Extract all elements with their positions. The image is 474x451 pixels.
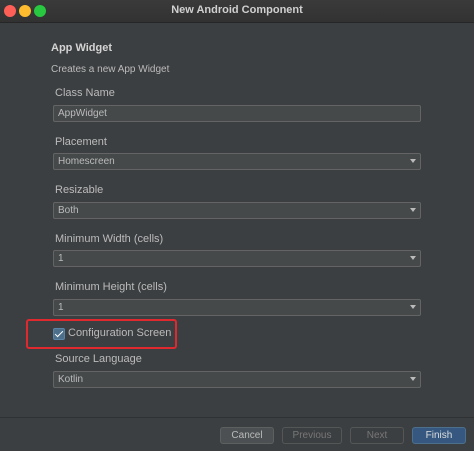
minimum-height-dropdown[interactable]: 1 — [53, 299, 421, 316]
class-name-input[interactable] — [54, 106, 420, 121]
placement-value: Homescreen — [58, 156, 115, 167]
page-title: App Widget — [51, 42, 112, 54]
finish-button[interactable]: Finish — [412, 427, 466, 444]
minimum-width-dropdown[interactable]: 1 — [53, 250, 421, 267]
highlight-box — [26, 319, 177, 349]
placement-dropdown[interactable]: Homescreen — [53, 153, 421, 170]
class-name-label: Class Name — [55, 87, 115, 99]
resizable-dropdown[interactable]: Both — [53, 202, 421, 219]
next-button[interactable]: Next — [350, 427, 404, 444]
dialog-content: App Widget Creates a new App Widget Clas… — [0, 23, 474, 417]
chevron-down-icon — [410, 256, 416, 260]
minimum-height-label: Minimum Height (cells) — [55, 281, 167, 293]
source-language-label: Source Language — [55, 353, 142, 365]
minimum-height-value: 1 — [58, 302, 64, 313]
chevron-down-icon — [410, 208, 416, 212]
window-title: New Android Component — [171, 4, 303, 16]
cancel-button[interactable]: Cancel — [220, 427, 274, 444]
chevron-down-icon — [410, 305, 416, 309]
page-subtitle: Creates a new App Widget — [51, 64, 170, 75]
dialog-footer: Cancel Previous Next Finish — [0, 417, 474, 451]
placement-label: Placement — [55, 136, 107, 148]
source-language-dropdown[interactable]: Kotlin — [53, 371, 421, 388]
previous-button[interactable]: Previous — [282, 427, 342, 444]
chevron-down-icon — [410, 159, 416, 163]
class-name-field[interactable] — [53, 105, 421, 122]
chevron-down-icon — [410, 377, 416, 381]
title-bar: New Android Component — [0, 0, 474, 23]
resizable-value: Both — [58, 205, 79, 216]
resizable-label: Resizable — [55, 184, 104, 196]
source-language-value: Kotlin — [58, 374, 84, 385]
minimum-width-label: Minimum Width (cells) — [55, 233, 164, 245]
minimum-width-value: 1 — [58, 253, 64, 264]
